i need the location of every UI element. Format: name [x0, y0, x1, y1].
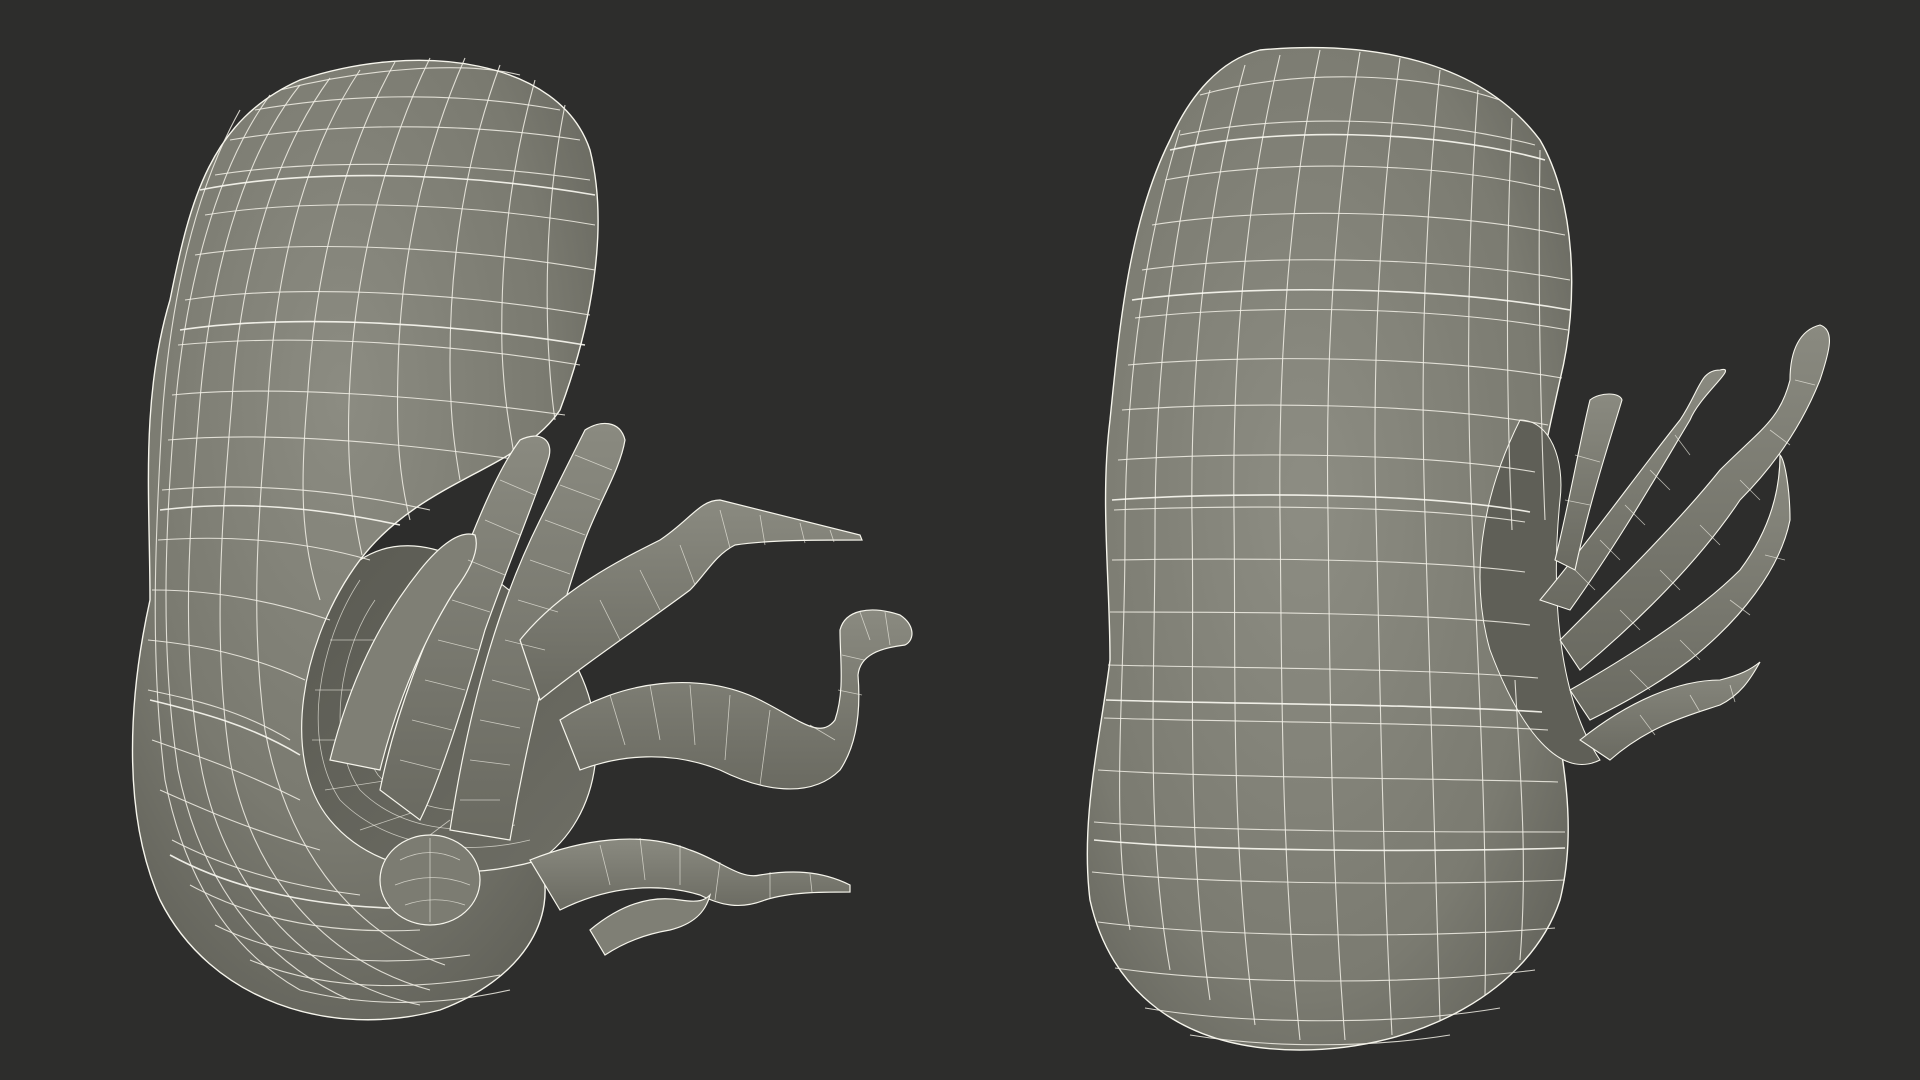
left-kidney-model: [131, 57, 913, 1021]
render-viewport: [0, 0, 1920, 1080]
right-vessels: [1539, 324, 1831, 761]
wireframe-render: [131, 46, 1831, 1051]
right-vessel-3: [1569, 453, 1791, 721]
right-kidney-model: [1086, 46, 1831, 1051]
left-vessel-lower-2: [589, 893, 712, 956]
left-vessel-lower: [529, 838, 851, 911]
